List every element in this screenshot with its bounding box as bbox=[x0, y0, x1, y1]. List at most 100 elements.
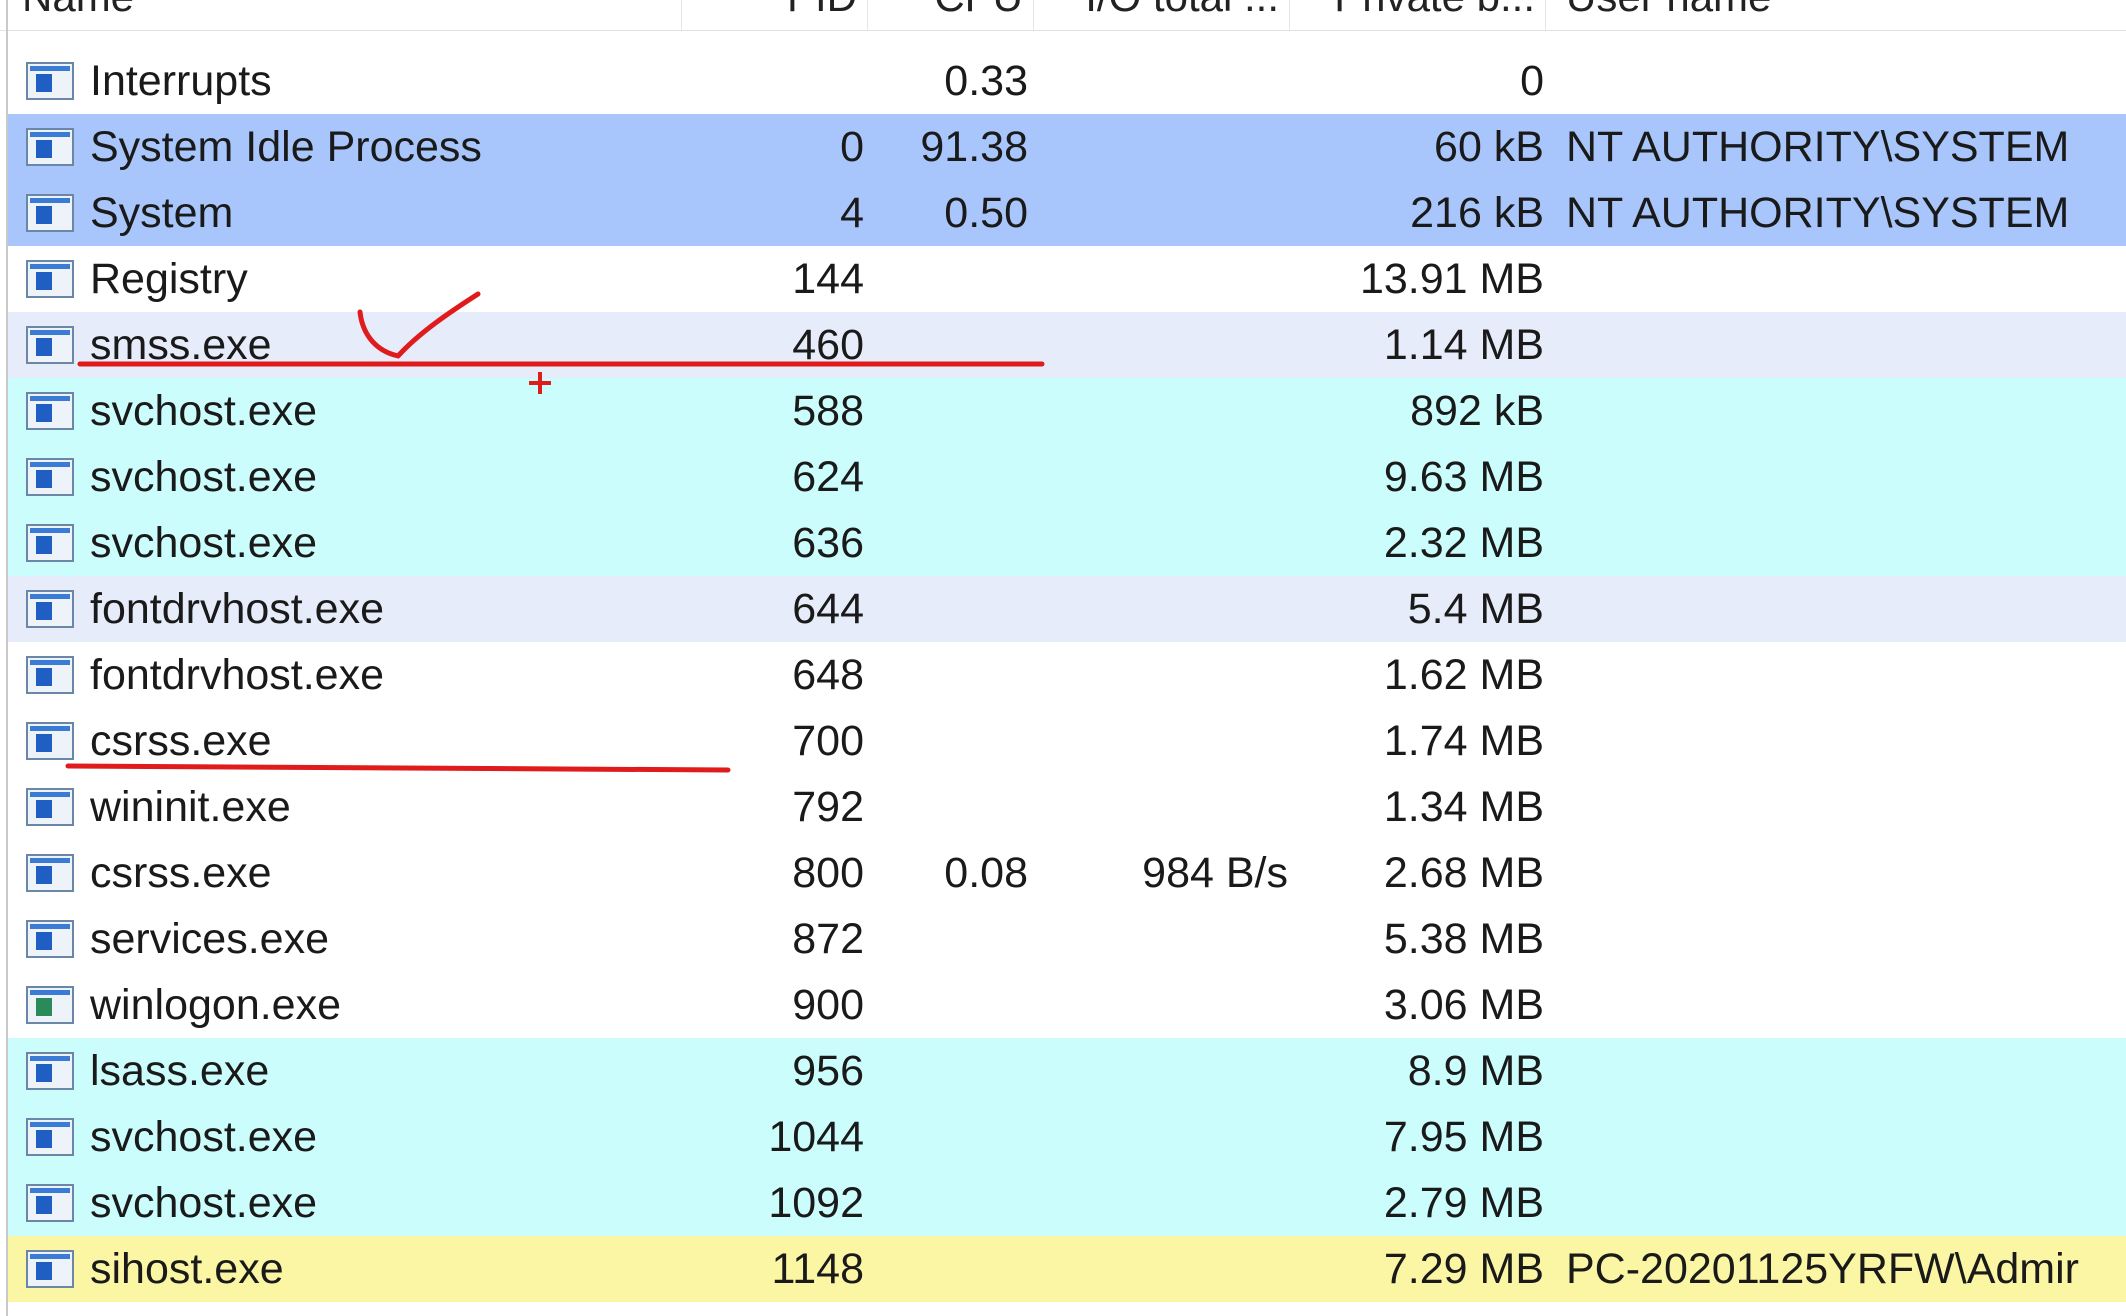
process-name: services.exe bbox=[90, 915, 329, 963]
process-user-name bbox=[1566, 444, 2126, 510]
process-window-icon bbox=[26, 62, 74, 100]
process-pid: 872 bbox=[792, 915, 864, 963]
process-user-name bbox=[1566, 642, 2126, 708]
process-window-icon bbox=[26, 656, 74, 694]
process-pid: 0 bbox=[840, 123, 864, 171]
process-row[interactable]: winlogon.exe 900 3.06 MB bbox=[8, 972, 2126, 1038]
column-header-io-total[interactable]: I/O total ... bbox=[1034, 0, 1290, 30]
process-io-total: 984 B/s bbox=[1142, 849, 1288, 897]
process-row[interactable]: 1160 1.30 162.07 MB bbox=[8, 1302, 2126, 1316]
process-pid: 792 bbox=[792, 783, 864, 831]
process-private-bytes: 2.68 MB bbox=[1383, 849, 1544, 897]
process-row[interactable]: lsass.exe 956 8.9 MB bbox=[8, 1038, 2126, 1104]
process-pid bbox=[688, 48, 864, 114]
process-user-name bbox=[1566, 1170, 2126, 1236]
process-row[interactable]: System Idle Process 0 91.38 60 kB NT AUTHORI… bbox=[8, 114, 2126, 180]
process-io-total bbox=[1038, 972, 1288, 1038]
process-io-total bbox=[1038, 906, 1288, 972]
process-name: fontdrvhost.exe bbox=[90, 585, 385, 633]
process-user-name bbox=[1566, 312, 2126, 378]
process-window-icon bbox=[26, 722, 74, 760]
process-row[interactable]: sihost.exe 1148 7.29 MB PC-20201125YRFW\Adm… bbox=[8, 1236, 2126, 1302]
process-private-bytes: 8.9 MB bbox=[1407, 1047, 1544, 1095]
process-user-name bbox=[1566, 972, 2126, 1038]
process-window-icon bbox=[26, 1118, 74, 1156]
process-private-bytes: 2.32 MB bbox=[1383, 519, 1544, 567]
process-private-bytes: 1.34 MB bbox=[1383, 783, 1544, 831]
process-private-bytes: 7.29 MB bbox=[1383, 1245, 1544, 1293]
process-window-icon bbox=[26, 260, 74, 298]
process-row[interactable]: System 4 0.50 216 kB NT AUTHORITY\SYSTEM bbox=[8, 180, 2126, 246]
process-name: svchost.exe bbox=[90, 519, 318, 567]
process-name: csrss.exe bbox=[90, 717, 272, 765]
process-user-name bbox=[1566, 510, 2126, 576]
column-header-user-name[interactable]: User name bbox=[1556, 0, 2126, 30]
process-private-bytes: 5.4 MB bbox=[1407, 585, 1544, 633]
process-row[interactable]: csrss.exe 700 1.74 MB bbox=[8, 708, 2126, 774]
process-private-bytes: 0 bbox=[1520, 57, 1544, 105]
process-row[interactable]: svchost.exe 1092 2.79 MB bbox=[8, 1170, 2126, 1236]
process-name: svchost.exe bbox=[90, 453, 318, 501]
process-io-total bbox=[1038, 1170, 1288, 1236]
process-user-name bbox=[1566, 1038, 2126, 1104]
process-user-name bbox=[1566, 576, 2126, 642]
process-private-bytes: 3.06 MB bbox=[1383, 981, 1544, 1029]
process-io-total bbox=[1038, 378, 1288, 444]
process-row[interactable]: Interrupts 0.33 0 bbox=[8, 48, 2126, 114]
process-cpu bbox=[868, 246, 1028, 312]
process-name: Interrupts bbox=[90, 57, 272, 105]
process-private-bytes: 60 kB bbox=[1434, 123, 1544, 171]
process-row[interactable]: svchost.exe 1044 7.95 MB bbox=[8, 1104, 2126, 1170]
process-name: csrss.exe bbox=[90, 849, 272, 897]
process-row[interactable]: fontdrvhost.exe 644 5.4 MB bbox=[8, 576, 2126, 642]
process-io-total bbox=[1038, 642, 1288, 708]
process-window-icon bbox=[26, 458, 74, 496]
process-io-total bbox=[1038, 444, 1288, 510]
process-row[interactable]: Registry 144 13.91 MB bbox=[8, 246, 2126, 312]
process-private-bytes: 1.74 MB bbox=[1383, 717, 1544, 765]
process-private-bytes: 2.79 MB bbox=[1383, 1179, 1544, 1227]
process-name: wininit.exe bbox=[90, 783, 291, 831]
process-cpu: 0.50 bbox=[944, 189, 1028, 237]
process-private-bytes: 1.14 MB bbox=[1383, 321, 1544, 369]
process-name: svchost.exe bbox=[90, 1179, 318, 1227]
process-cpu bbox=[868, 378, 1028, 444]
process-row[interactable]: svchost.exe 588 892 kB bbox=[8, 378, 2126, 444]
process-pid: 644 bbox=[792, 585, 864, 633]
process-pid: 144 bbox=[792, 255, 864, 303]
process-cpu bbox=[868, 444, 1028, 510]
process-row[interactable]: svchost.exe 636 2.32 MB bbox=[8, 510, 2126, 576]
process-io-total bbox=[1038, 1236, 1288, 1302]
process-cpu: 0.08 bbox=[944, 849, 1028, 897]
process-io-total bbox=[1038, 1104, 1288, 1170]
process-user-name: PC-20201125YRFW\Admir bbox=[1566, 1245, 2079, 1293]
process-pid: 1044 bbox=[768, 1113, 864, 1161]
column-header-cpu[interactable]: CPU bbox=[868, 0, 1034, 30]
process-row[interactable]: fontdrvhost.exe 648 1.62 MB bbox=[8, 642, 2126, 708]
process-io-total bbox=[1038, 1038, 1288, 1104]
process-pid: 900 bbox=[792, 981, 864, 1029]
process-window-icon bbox=[26, 788, 74, 826]
process-name: Registry bbox=[90, 255, 248, 303]
process-window-icon bbox=[26, 1052, 74, 1090]
column-header-private-bytes[interactable]: Private b... bbox=[1290, 0, 1546, 30]
column-header-name[interactable]: Name bbox=[12, 0, 682, 30]
process-row[interactable]: services.exe 872 5.38 MB bbox=[8, 906, 2126, 972]
process-row[interactable]: wininit.exe 792 1.34 MB bbox=[8, 774, 2126, 840]
process-private-bytes: 7.95 MB bbox=[1383, 1113, 1544, 1161]
process-cpu: 91.38 bbox=[920, 123, 1028, 171]
process-row[interactable]: csrss.exe 800 0.08 984 B/s 2.68 MB bbox=[8, 840, 2126, 906]
column-header-pid[interactable]: PID bbox=[682, 0, 868, 30]
process-private-bytes: 892 kB bbox=[1410, 387, 1544, 435]
process-row[interactable]: svchost.exe 624 9.63 MB bbox=[8, 444, 2126, 510]
process-pid: 624 bbox=[792, 453, 864, 501]
process-name: svchost.exe bbox=[90, 1113, 318, 1161]
process-cpu bbox=[868, 1236, 1028, 1302]
process-window-icon bbox=[26, 854, 74, 892]
process-io-total bbox=[1038, 1302, 1288, 1316]
process-user-name bbox=[1566, 906, 2126, 972]
process-name bbox=[90, 1302, 690, 1316]
process-row[interactable]: smss.exe 460 1.14 MB bbox=[8, 312, 2126, 378]
process-pid: 800 bbox=[792, 849, 864, 897]
process-cpu bbox=[868, 1038, 1028, 1104]
